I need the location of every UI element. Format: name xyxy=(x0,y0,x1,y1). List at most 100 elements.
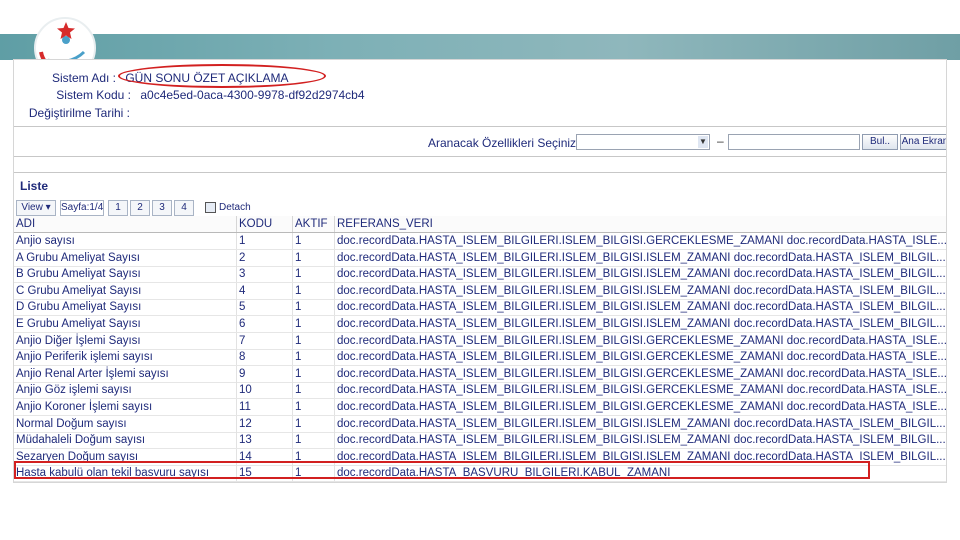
modified-date-label: Değiştirilme Tarihi : xyxy=(28,106,130,120)
cell-name: Anjio Renal Arter İşlemi sayısı xyxy=(16,367,169,380)
cell-active: 1 xyxy=(292,382,334,399)
column-header-active[interactable]: AKTIF xyxy=(292,216,334,232)
cell-active: 1 xyxy=(292,415,334,432)
view-menu[interactable]: View ▾ xyxy=(16,200,56,216)
page-button-1[interactable]: 1 xyxy=(108,200,128,216)
table-row[interactable]: Anjio sayısı 1 1 doc.recordData.HASTA_ISLEM… xyxy=(14,233,946,250)
highlight-ellipse xyxy=(118,64,326,88)
column-header-code[interactable]: KODU xyxy=(236,216,292,232)
cell-code: 3 xyxy=(236,266,292,283)
system-name-label: Sistem Adı : xyxy=(51,71,116,85)
cell-code: 5 xyxy=(236,299,292,316)
application-screenshot: Sistem Adı : GÜN SONU ÖZET AÇIKLAMA Sist… xyxy=(14,60,946,482)
search-field-label: Aranacak Özellikleri Seçiniz xyxy=(428,136,577,150)
cell-name: Normal Doğum sayısı xyxy=(16,417,127,430)
cell-name: Anjio Koroner İşlemi sayısı xyxy=(16,401,153,413)
cell-active: 1 xyxy=(292,233,334,249)
cell-reference: doc.recordData.HASTA_ISLEM_BILGILERI.ISL… xyxy=(334,266,946,283)
cell-reference: doc.recordData.HASTA_ISLEM_BILGILERI.ISL… xyxy=(334,415,946,432)
cell-reference: doc.recordData.HASTA_ISLEM_BILGILERI.ISL… xyxy=(334,382,946,399)
page-indicator: Sayfa:1/4 xyxy=(60,200,104,216)
table-row[interactable]: C Grubu Ameliyat Sayısı 4 1 doc.recordData.… xyxy=(14,282,946,300)
cell-active: 1 xyxy=(292,399,334,415)
table-row[interactable]: Anjio Periferik işlemi sayısı 8 1 doc.recor… xyxy=(14,349,946,367)
table-row[interactable]: Anjio Diğer İşlemi Sayısı 7 1 doc.recordDat… xyxy=(14,332,946,350)
cell-name: Müdahaleli Doğum sayısı xyxy=(16,434,146,447)
cell-active: 1 xyxy=(292,282,334,299)
cell-reference: doc.recordData.HASTA_ISLEM_BILGILERI.ISL… xyxy=(334,349,946,366)
page-button-4[interactable]: 4 xyxy=(174,200,194,216)
cell-name: Anjio Göz işlemi sayısı xyxy=(16,384,132,397)
highlight-rectangle xyxy=(14,461,870,479)
table-row[interactable]: B Grubu Ameliyat Sayısı 3 1 doc.recordData.… xyxy=(14,266,946,284)
detach-label: Detach xyxy=(219,202,251,213)
search-input[interactable] xyxy=(728,134,860,150)
cell-name: A Grubu Ameliyat Sayısı xyxy=(16,251,141,264)
cell-name: Anjio sayısı xyxy=(16,235,75,247)
cell-name: D Grubu Ameliyat Sayısı xyxy=(16,301,142,314)
separator-dash: – xyxy=(717,134,724,148)
column-header-reference[interactable]: REFERANS_VERI xyxy=(334,216,946,232)
cell-active: 1 xyxy=(292,316,334,332)
cell-code: 9 xyxy=(236,365,292,382)
table-header-row: ADI KODU AKTIF REFERANS_VERI xyxy=(14,216,946,233)
list-title: Liste xyxy=(20,179,49,193)
cell-reference: doc.recordData.HASTA_ISLEM_BILGILERI.ISL… xyxy=(334,399,946,415)
cell-reference: doc.recordData.HASTA_ISLEM_BILGILERI.ISL… xyxy=(334,316,946,332)
find-button[interactable]: Bul.. xyxy=(862,134,898,150)
cell-code: 7 xyxy=(236,332,292,349)
cell-code: 6 xyxy=(236,316,292,332)
cell-code: 4 xyxy=(236,282,292,299)
search-bar: Aranacak Özellikleri Seçiniz ▼ – Bul.. A… xyxy=(14,132,946,154)
cell-active: 1 xyxy=(292,249,334,266)
cell-name: Anjio Diğer İşlemi Sayısı xyxy=(16,334,141,347)
cell-reference: doc.recordData.HASTA_ISLEM_BILGILERI.ISL… xyxy=(334,299,946,316)
cell-active: 1 xyxy=(292,432,334,449)
table-row[interactable]: Anjio Koroner İşlemi sayısı 11 1 doc.record… xyxy=(14,399,946,416)
main-screen-button[interactable]: Ana Ekran xyxy=(900,134,946,150)
system-code-value: a0c4e5ed-0aca-4300-9978-df92d2974cb4 xyxy=(140,88,365,102)
cell-reference: doc.recordData.HASTA_ISLEM_BILGILERI.ISL… xyxy=(334,432,946,449)
cell-reference: doc.recordData.HASTA_ISLEM_BILGILERI.ISL… xyxy=(334,282,946,299)
detach-icon xyxy=(205,201,216,213)
cell-code: 10 xyxy=(236,382,292,399)
divider xyxy=(14,156,946,157)
cell-active: 1 xyxy=(292,349,334,366)
header-banner xyxy=(0,34,960,60)
system-code-row: Sistem Kodu : a0c4e5ed-0aca-4300-9978-df… xyxy=(14,87,365,103)
cell-reference: doc.recordData.HASTA_ISLEM_BILGILERI.ISL… xyxy=(334,249,946,266)
table-row[interactable]: Anjio Göz işlemi sayısı 10 1 doc.recordData… xyxy=(14,382,946,400)
table-row[interactable]: E Grubu Ameliyat Sayısı 6 1 doc.recordData.… xyxy=(14,316,946,333)
table-row[interactable]: A Grubu Ameliyat Sayısı 2 1 doc.recordData.… xyxy=(14,249,946,267)
system-code-label: Sistem Kodu : xyxy=(56,88,131,102)
cell-code: 8 xyxy=(236,349,292,366)
cell-name: E Grubu Ameliyat Sayısı xyxy=(16,318,141,330)
divider xyxy=(14,126,946,127)
cell-active: 1 xyxy=(292,332,334,349)
cell-active: 1 xyxy=(292,299,334,316)
cell-reference: doc.recordData.HASTA_ISLEM_BILGILERI.ISL… xyxy=(334,332,946,349)
chevron-down-icon[interactable]: ▼ xyxy=(698,136,708,148)
column-header-name[interactable]: ADI xyxy=(14,216,236,232)
cell-code: 1 xyxy=(236,233,292,249)
cell-code: 13 xyxy=(236,432,292,449)
modified-date-row: Değiştirilme Tarihi : xyxy=(14,105,130,121)
table-row[interactable]: Anjio Renal Arter İşlemi sayısı 9 1 doc.rec… xyxy=(14,365,946,383)
cell-name: Anjio Periferik işlemi sayısı xyxy=(16,351,153,364)
cell-name: B Grubu Ameliyat Sayısı xyxy=(16,268,141,281)
cell-code: 12 xyxy=(236,415,292,432)
attribute-select[interactable]: ▼ xyxy=(576,134,710,150)
cell-reference: doc.recordData.HASTA_ISLEM_BILGILERI.ISL… xyxy=(334,233,946,249)
cell-active: 1 xyxy=(292,365,334,382)
table-row[interactable]: Müdahaleli Doğum sayısı 13 1 doc.recordData… xyxy=(14,432,946,450)
detach-button[interactable]: Detach xyxy=(204,200,254,216)
page-button-2[interactable]: 2 xyxy=(130,200,150,216)
table-row[interactable]: D Grubu Ameliyat Sayısı 5 1 doc.recordData.… xyxy=(14,299,946,317)
page-button-3[interactable]: 3 xyxy=(152,200,172,216)
divider xyxy=(14,172,946,173)
cell-active: 1 xyxy=(292,266,334,283)
cell-reference: doc.recordData.HASTA_ISLEM_BILGILERI.ISL… xyxy=(334,365,946,382)
cell-code: 11 xyxy=(236,399,292,415)
table-row[interactable]: Normal Doğum sayısı 12 1 doc.recordData.HAS… xyxy=(14,415,946,433)
cell-code: 2 xyxy=(236,249,292,266)
